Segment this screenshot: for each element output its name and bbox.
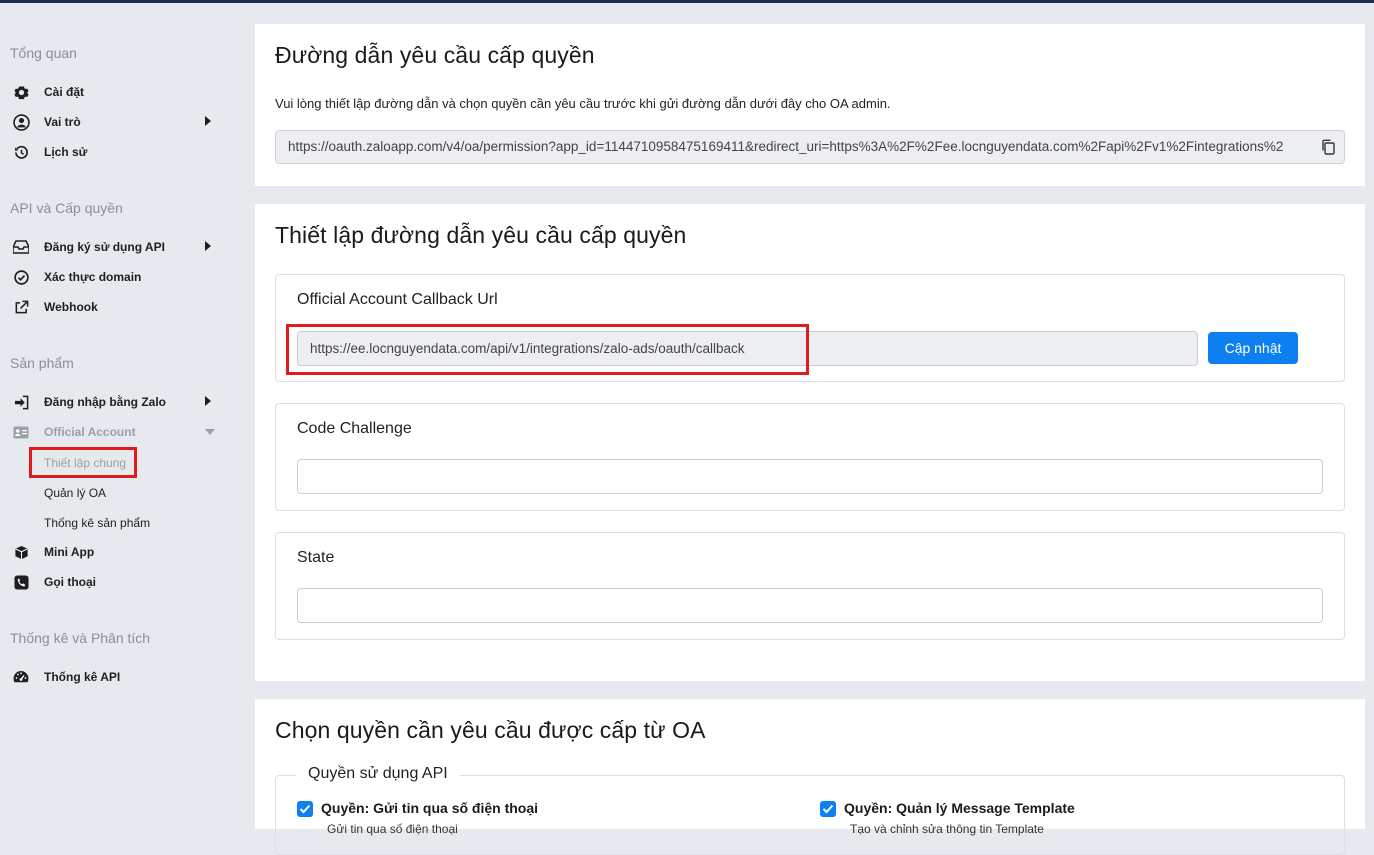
- chevron-right-icon: [205, 396, 211, 406]
- permission-template-detail: Tạo và chỉnh sửa thông tin Template: [850, 822, 1044, 836]
- permission-url-panel: Đường dẫn yêu cầu cấp quyền Vui lòng thi…: [255, 24, 1365, 186]
- sidebar-item-label: Lịch sử: [44, 145, 88, 159]
- sidebar-section-products: Sản phẩm: [10, 355, 74, 371]
- callback-label: Official Account Callback Url: [297, 291, 498, 308]
- permissions-panel: Chọn quyền cần yêu cầu được cấp từ OA Qu…: [255, 699, 1365, 855]
- chevron-down-icon: [205, 429, 215, 435]
- cube-icon: [12, 543, 30, 561]
- external-link-icon: [12, 298, 30, 316]
- permission-sms-checkbox[interactable]: [297, 801, 313, 817]
- sidebar-item-zalo-login[interactable]: Đăng nhập bằng Zalo: [12, 390, 217, 414]
- copy-icon[interactable]: [1318, 137, 1338, 157]
- permission-sms-detail: Gửi tin qua số điện thoại: [327, 822, 458, 836]
- code-challenge-input[interactable]: [297, 459, 1323, 494]
- sidebar-item-official-account[interactable]: Official Account: [12, 420, 217, 444]
- permission-url-field[interactable]: https://oauth.zaloapp.com/v4/oa/permissi…: [275, 130, 1345, 164]
- state-label: State: [297, 549, 335, 566]
- permissions-panel-title: Chọn quyền cần yêu cầu được cấp từ OA: [275, 717, 706, 743]
- sidebar-item-label: Cài đặt: [44, 85, 85, 99]
- sidebar-item-webhook[interactable]: Webhook: [12, 295, 217, 319]
- sidebar-item-mini-app[interactable]: Mini App: [12, 540, 217, 564]
- sidebar-section-overview: Tổng quan: [10, 45, 77, 61]
- sidebar-item-label: Webhook: [44, 300, 98, 314]
- highlight-box-callback-url: [286, 324, 809, 375]
- code-challenge-card: Code Challenge: [275, 403, 1345, 511]
- sidebar-item-history[interactable]: Lịch sử: [12, 140, 217, 164]
- state-card: State: [275, 532, 1345, 640]
- chevron-right-icon: [205, 116, 211, 126]
- sidebar-section-api: API và Cấp quyền: [10, 200, 123, 216]
- sidebar-item-domain-verify[interactable]: Xác thực domain: [12, 265, 217, 289]
- user-circle-icon: [12, 113, 30, 131]
- permission-template-checkbox[interactable]: [820, 801, 836, 817]
- chevron-right-icon: [205, 241, 211, 251]
- permission-url-text: https://oauth.zaloapp.com/v4/oa/permissi…: [288, 139, 1284, 154]
- update-button[interactable]: Cập nhật: [1208, 332, 1298, 364]
- sidebar-subitem-product-stats[interactable]: Thống kê sản phẩm: [44, 516, 150, 530]
- permission-url-description: Vui lòng thiết lập đường dẫn và chọn quy…: [275, 96, 891, 111]
- page-title: Đường dẫn yêu cầu cấp quyền: [275, 42, 595, 68]
- sidebar-item-api-register[interactable]: Đăng ký sử dụng API: [12, 235, 217, 259]
- sidebar-section-analytics: Thống kê và Phân tích: [10, 630, 151, 646]
- highlight-box-general-settings: [29, 447, 137, 478]
- api-permissions-legend: Quyền sử dụng API: [296, 765, 460, 783]
- sidebar-item-label: Thống kê API: [44, 670, 121, 684]
- checkmark-icon: [822, 804, 834, 814]
- checkmark-icon: [299, 804, 311, 814]
- sidebar-subitem-oa-manage[interactable]: Quản lý OA: [44, 486, 106, 500]
- sidebar-item-api-stats[interactable]: Thống kê API: [12, 665, 217, 689]
- sidebar-item-label: Mini App: [44, 545, 95, 559]
- state-input[interactable]: [297, 588, 1323, 623]
- sidebar-item-label: Gọi thoại: [44, 575, 96, 589]
- sidebar-item-settings[interactable]: Cài đặt: [12, 80, 217, 104]
- sidebar: Tổng quan Cài đặt Vai trò Lịch sử API và…: [0, 3, 240, 829]
- sidebar-item-roles[interactable]: Vai trò: [12, 110, 217, 134]
- sidebar-item-label: Đăng ký sử dụng API: [44, 240, 165, 254]
- dashboard-icon: [12, 668, 30, 686]
- id-card-icon: [12, 423, 30, 441]
- setup-panel-title: Thiết lập đường dẫn yêu cầu cấp quyền: [275, 222, 687, 248]
- sidebar-item-label: Xác thực domain: [44, 270, 142, 284]
- sidebar-item-label: Đăng nhập bằng Zalo: [44, 395, 166, 409]
- gear-icon: [12, 83, 30, 101]
- api-permissions-group: Quyền sử dụng API Quyền: Gửi tin qua số …: [275, 765, 1345, 855]
- check-circle-icon: [12, 268, 30, 286]
- permission-template-label[interactable]: Quyền: Quản lý Message Template: [844, 800, 1075, 816]
- phone-icon: [12, 573, 30, 591]
- sign-in-icon: [12, 393, 30, 411]
- sidebar-item-label: Vai trò: [44, 115, 81, 129]
- sidebar-item-call[interactable]: Gọi thoại: [12, 570, 217, 594]
- setup-panel: Thiết lập đường dẫn yêu cầu cấp quyền Of…: [255, 204, 1365, 681]
- permission-sms-label[interactable]: Quyền: Gửi tin qua số điện thoại: [321, 800, 538, 816]
- history-icon: [12, 143, 30, 161]
- inbox-icon: [12, 238, 30, 256]
- code-challenge-label: Code Challenge: [297, 420, 412, 437]
- sidebar-item-label: Official Account: [44, 425, 136, 439]
